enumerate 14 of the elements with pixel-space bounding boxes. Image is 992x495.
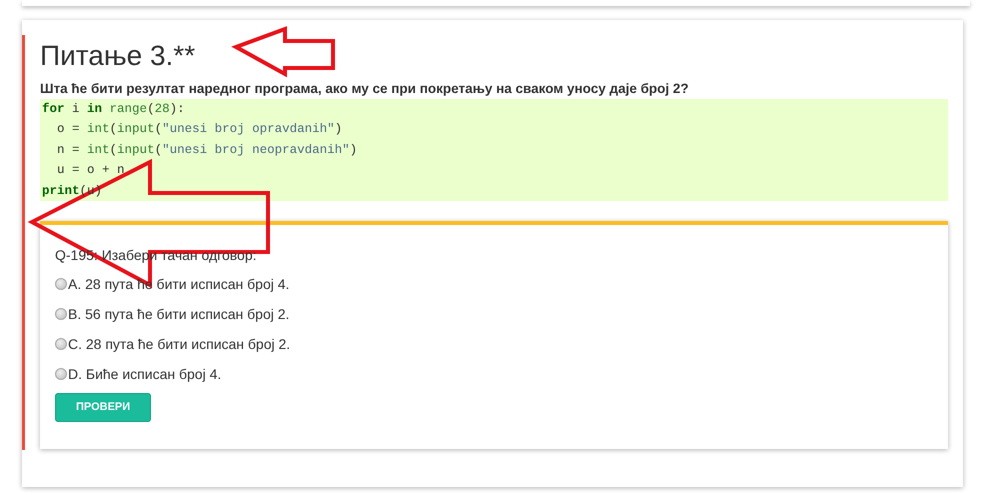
code-line: u = o + n: [56, 162, 126, 180]
option-label: C. 28 пута ће бити исписан број 2.: [68, 334, 290, 354]
radio-button[interactable]: [55, 308, 67, 320]
radio-button[interactable]: [55, 368, 67, 380]
option-label: D. Биће исписан број 4.: [68, 364, 222, 384]
code-line: n = int(input("unesi broj neopravdanih"): [56, 142, 358, 159]
radio-button[interactable]: [55, 278, 67, 290]
check-button[interactable]: ПРОВЕРИ: [55, 393, 152, 422]
option-label: B. 56 пута ће бити исписан број 2.: [68, 304, 290, 324]
code-line: for i in range(28):: [42, 100, 186, 118]
question-text: Шта ће бити резултат наредног програма, ако му се при покретању на сваком уносу даје број 2?: [40, 80, 690, 98]
radio-button[interactable]: [55, 338, 67, 350]
question-title: Питање 3.**: [40, 39, 196, 73]
code-line: o = int(input("unesi broj opravdanih"): [56, 121, 344, 138]
